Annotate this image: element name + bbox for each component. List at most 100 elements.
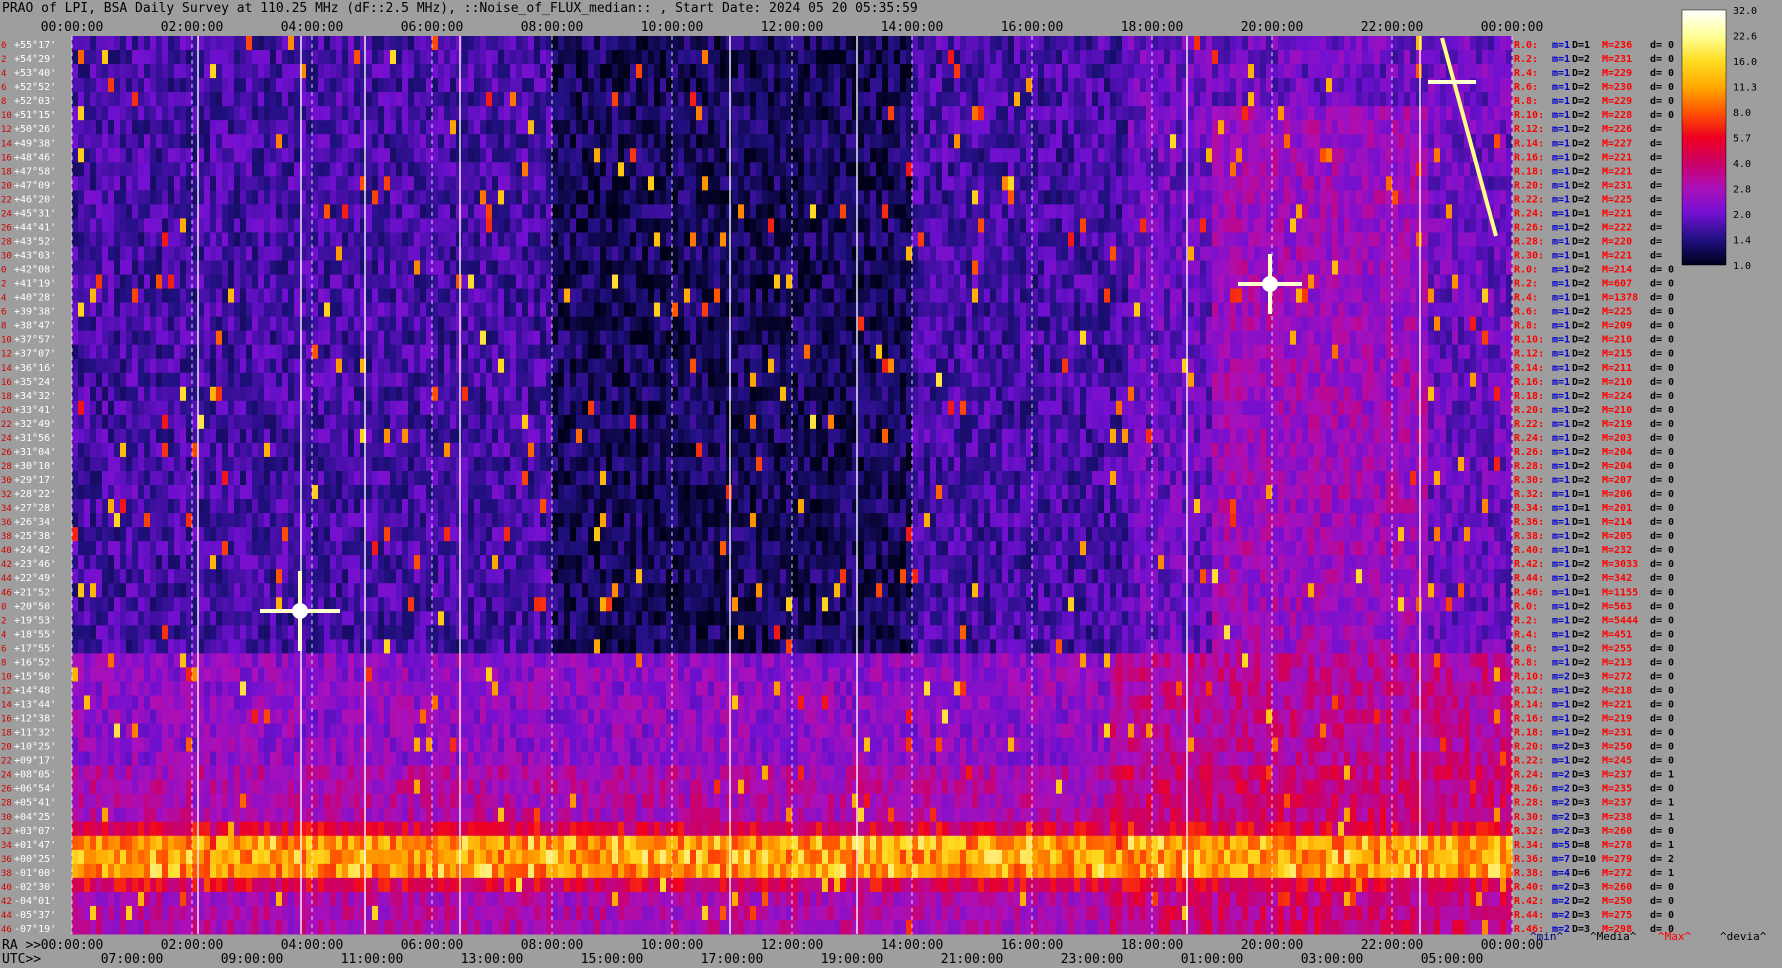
stats-cell: m=1 bbox=[1552, 96, 1570, 107]
stats-cell: m=2 bbox=[1552, 770, 1570, 781]
y-tick-label: +01°47' bbox=[14, 840, 56, 851]
stats-cell: D=2 bbox=[1572, 68, 1590, 79]
stats-cell: D=2 bbox=[1572, 82, 1590, 93]
y-tick-label: -02°30' bbox=[14, 882, 56, 893]
colorbar: 32.0 22.6 16.0 11.3 8.0 5.7 4.0 2.8 2.0 1.4 1.0 bbox=[1681, 6, 1757, 272]
stats-cell: M=245 bbox=[1602, 756, 1632, 767]
row-index-label: 6 bbox=[1, 83, 6, 93]
stats-cell: D=2 bbox=[1572, 559, 1590, 570]
stats-cell: R.16: bbox=[1514, 152, 1544, 163]
right-stats-table: R.0: m=1 D=1 M=236 d= 0R.2: m=1 D=2 M=231 d= 0R.… bbox=[1514, 40, 1767, 943]
x-ra-tick-label: 08:00:00 bbox=[521, 938, 584, 953]
stats-cell: M=260 bbox=[1602, 882, 1632, 893]
stats-cell: d= 0 bbox=[1650, 110, 1674, 121]
y-tick-label: +53°40' bbox=[14, 68, 56, 79]
row-index-label: 22 bbox=[1, 757, 12, 767]
stats-legend-item: ^Media^ bbox=[1590, 930, 1637, 943]
stats-cell: m=1 bbox=[1552, 152, 1570, 163]
stats-cell: M=221 bbox=[1602, 700, 1632, 711]
stats-cell: R.28: bbox=[1514, 236, 1544, 247]
row-index-label: 36 bbox=[1, 855, 12, 865]
stats-cell: M=204 bbox=[1602, 461, 1632, 472]
stats-cell: M=207 bbox=[1602, 475, 1632, 486]
stats-cell: M=238 bbox=[1602, 812, 1632, 823]
x-top-tick-label: 08:00:00 bbox=[521, 20, 584, 35]
stats-cell: R.46: bbox=[1514, 587, 1544, 598]
stats-cell: m=2 bbox=[1552, 798, 1570, 809]
stats-cell: D=2 bbox=[1572, 194, 1590, 205]
stats-cell: R.0: bbox=[1514, 601, 1538, 612]
row-index-label: 14 bbox=[1, 139, 12, 149]
stats-cell: R.20: bbox=[1514, 180, 1544, 191]
stats-cell: m=1 bbox=[1552, 728, 1570, 739]
stats-cell: R.10: bbox=[1514, 335, 1544, 346]
stats-cell: M=3033 bbox=[1602, 559, 1638, 570]
stats-cell: M=225 bbox=[1602, 307, 1632, 318]
stats-cell: d= bbox=[1650, 166, 1662, 177]
y-tick-label: +47°58' bbox=[14, 166, 56, 177]
stats-cell: R.8: bbox=[1514, 321, 1538, 332]
y-tick-label: +26°34' bbox=[14, 517, 56, 528]
stats-cell: R.18: bbox=[1514, 166, 1544, 177]
row-index-label: 46 bbox=[1, 588, 12, 598]
y-tick-label: +20°50' bbox=[14, 601, 56, 612]
stats-cell: d= 0 bbox=[1650, 96, 1674, 107]
stats-cell: m=1 bbox=[1552, 307, 1570, 318]
stats-cell: m=1 bbox=[1552, 405, 1570, 416]
y-tick-label: +54°29' bbox=[14, 54, 56, 65]
stats-cell: M=342 bbox=[1602, 573, 1632, 584]
stats-cell: d= bbox=[1650, 194, 1662, 205]
stats-cell: D=2 bbox=[1572, 279, 1590, 290]
stats-cell: m=1 bbox=[1552, 700, 1570, 711]
stats-cell: R.42: bbox=[1514, 896, 1544, 907]
row-index-label: 0 bbox=[1, 41, 6, 51]
stats-cell: m=1 bbox=[1552, 475, 1570, 486]
row-index-label: 18 bbox=[1, 167, 12, 177]
stats-cell: d= bbox=[1650, 124, 1662, 135]
row-index-label: 38 bbox=[1, 869, 12, 879]
stats-cell: d= 0 bbox=[1650, 826, 1674, 837]
row-index-label: 26 bbox=[1, 785, 12, 795]
stats-cell: m=1 bbox=[1552, 279, 1570, 290]
row-index-label: 28 bbox=[1, 237, 12, 247]
row-index-label: 44 bbox=[1, 574, 12, 584]
row-index-label: 6 bbox=[1, 644, 6, 654]
y-tick-label: +31°04' bbox=[14, 447, 56, 458]
stats-cell: R.8: bbox=[1514, 657, 1538, 668]
stats-cell: R.32: bbox=[1514, 489, 1544, 500]
y-tick-label: +24°42' bbox=[14, 545, 56, 556]
stats-cell: R.2: bbox=[1514, 615, 1538, 626]
stats-cell: m=1 bbox=[1552, 714, 1570, 725]
stats-cell: D=2 bbox=[1572, 349, 1590, 360]
stats-cell: d= bbox=[1650, 236, 1662, 247]
y-tick-label: -01°00' bbox=[14, 868, 56, 879]
stats-cell: M=5444 bbox=[1602, 615, 1638, 626]
y-tick-label: +13°44' bbox=[14, 700, 56, 711]
stats-cell: m=1 bbox=[1552, 685, 1570, 696]
stats-cell: R.22: bbox=[1514, 756, 1544, 767]
stats-cell: d= 0 bbox=[1650, 293, 1674, 304]
y-tick-label: +34°32' bbox=[14, 391, 56, 402]
y-tick-label: +49°38' bbox=[14, 138, 56, 149]
stats-cell: R.2: bbox=[1514, 54, 1538, 65]
stats-cell: D=1 bbox=[1572, 208, 1590, 219]
y-tick-label: +48°46' bbox=[14, 152, 56, 163]
stats-cell: M=451 bbox=[1602, 629, 1632, 640]
x-ra-tick-label: 20:00:00 bbox=[1241, 938, 1304, 953]
y-tick-label: +36°16' bbox=[14, 363, 56, 374]
stats-cell: m=1 bbox=[1552, 180, 1570, 191]
stats-cell: d= 0 bbox=[1650, 363, 1674, 374]
colorbar-tick-label: 2.0 bbox=[1733, 210, 1751, 221]
row-index-label: 24 bbox=[1, 771, 12, 781]
row-index-label: 22 bbox=[1, 195, 12, 205]
stats-cell: D=6 bbox=[1572, 868, 1590, 879]
row-index-label: 30 bbox=[1, 252, 12, 262]
row-index-label: 32 bbox=[1, 490, 12, 500]
y-tick-label: +35°24' bbox=[14, 377, 56, 388]
y-tick-label: +52°52' bbox=[14, 82, 56, 93]
stats-cell: R.18: bbox=[1514, 728, 1544, 739]
y-tick-label: +39°38' bbox=[14, 307, 56, 318]
stats-cell: D=3 bbox=[1572, 770, 1590, 781]
stats-cell: m=1 bbox=[1552, 559, 1570, 570]
x-ra-tick-label: 18:00:00 bbox=[1121, 938, 1184, 953]
